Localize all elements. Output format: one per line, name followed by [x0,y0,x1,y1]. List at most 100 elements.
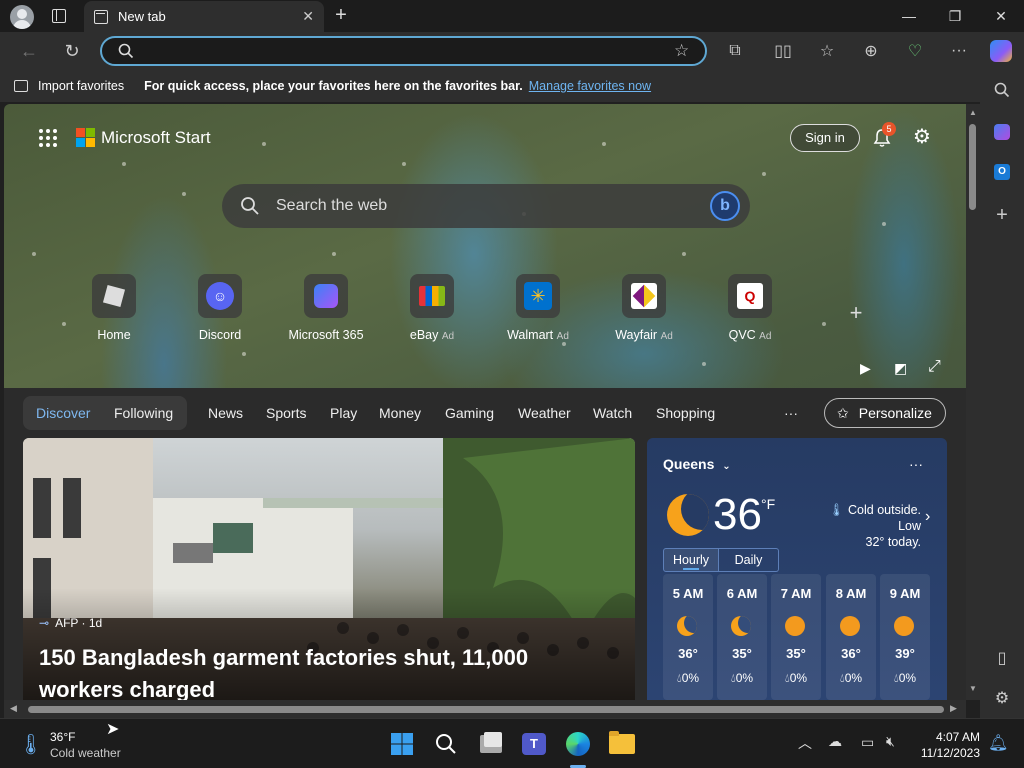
copilot-sidebar-icon[interactable] [988,118,1016,146]
moon-icon [677,616,697,636]
expand-background-icon[interactable]: ⤢ [928,358,941,376]
personalize-button[interactable]: ✩ Personalize [824,398,946,428]
clock-time: 4:07 AM [935,730,980,744]
extensions-icon[interactable]: ⧉ [720,36,750,66]
import-icon [14,80,28,92]
tab-actions-icon[interactable] [52,9,66,23]
restore-button[interactable]: ❐ [932,0,978,32]
outlook-icon[interactable]: O [988,158,1016,186]
scroll-up-arrow-icon: ▲ [969,108,977,117]
quicklink-microsoft-365[interactable]: Microsoft 365 [276,274,376,342]
horizontal-scrollbar[interactable]: ◀ ▶ [4,700,966,718]
quicklink-qvc[interactable]: Q QVC Ad [700,274,800,342]
change-background-icon[interactable]: ◩ [894,360,907,377]
add-sidebar-app-icon[interactable]: + [988,201,1016,229]
tab-weather[interactable]: Weather [518,405,571,421]
vertical-scroll-thumb[interactable] [969,124,976,210]
tab-watch[interactable]: Watch [593,405,632,421]
walmart-icon: ✳ [516,274,560,318]
more-menu-icon[interactable]: ··· [944,36,974,66]
minimize-button[interactable]: — [886,0,932,32]
sign-in-button[interactable]: Sign in [790,124,860,152]
collections-icon[interactable]: ⊕ [856,36,886,66]
web-search-box[interactable]: Search the web b [222,184,750,228]
tab-sports[interactable]: Sports [266,405,306,421]
chevron-right-icon[interactable]: › [925,508,930,526]
hourly-forecast-7am: 7 AM 35° 💧︎0% [771,574,821,700]
onedrive-offline-icon[interactable]: ☁ [828,733,842,750]
sidebar-settings-icon[interactable]: ⚙ [988,684,1016,712]
volume-muted-icon[interactable]: 🔇︎ [886,733,895,750]
favorite-star-icon[interactable]: ☆ [674,41,689,61]
news-card[interactable]: ⊸ AFP · 1d 150 Bangladesh garment factori… [23,438,635,700]
tab-page-icon [94,9,108,24]
tab-new-tab[interactable]: New tab ✕ [84,1,324,32]
quicklink-wayfair[interactable]: Wayfair Ad [594,274,694,342]
moon-icon [731,616,751,636]
clock[interactable]: 4:07 AM 11/12/2023 [906,729,980,761]
quicklink-home[interactable]: Home [64,274,164,342]
address-input[interactable] [142,42,662,62]
feed-more-button[interactable]: ··· [784,405,798,421]
hide-sidebar-icon[interactable]: ▯ [988,644,1016,672]
start-windows-icon[interactable] [388,730,416,758]
quicklink-discord[interactable]: ☺ Discord [170,274,270,342]
close-window-button[interactable]: ✕ [978,0,1024,32]
notification-center-bell-icon[interactable]: 🔔︎ [988,733,1008,753]
taskbar-weather-widget[interactable]: 🌡︎ 36°F Cold weather [18,728,138,760]
tab-shopping[interactable]: Shopping [656,405,715,421]
tab-discover[interactable]: Discover [36,405,90,421]
network-icon[interactable]: ▭ [861,734,874,751]
profile-avatar[interactable] [10,5,34,29]
sun-icon [785,616,805,636]
add-quicklink-icon[interactable]: + [844,300,868,325]
temperature-unit[interactable]: °F [761,496,775,512]
tab-gaming[interactable]: Gaming [445,405,494,421]
edge-taskbar-icon[interactable] [564,730,592,758]
windows-taskbar: 🌡︎ 36°F Cold weather ➤ T ︿ ☁ ▭ 🔇︎ 4:07 A… [0,718,1024,768]
thermometer-icon: 🌡︎ [18,734,44,756]
file-explorer-icon[interactable] [608,730,636,758]
split-screen-icon[interactable]: ▯▯ [768,36,798,66]
taskbar-weather-desc: Cold weather [50,746,121,760]
brand-title[interactable]: Microsoft Start [101,128,211,148]
news-headline[interactable]: 150 Bangladesh garment factories shut, 1… [39,642,619,700]
tab-news[interactable]: News [208,405,243,421]
weather-more-button[interactable]: ··· [909,456,923,472]
horizontal-scroll-thumb[interactable] [28,706,944,713]
show-hidden-icons-chevron-icon[interactable]: ︿ [798,733,812,753]
app-launcher-icon[interactable] [38,128,58,148]
close-tab-icon[interactable]: ✕ [302,8,314,25]
back-button[interactable]: ← [14,36,44,66]
quicklink-walmart[interactable]: ✳ Walmart Ad [488,274,588,342]
new-tab-button[interactable]: + [330,4,352,26]
manage-favorites-link[interactable]: Manage favorites now [529,79,651,93]
moon-icon [667,494,709,536]
quicklink-ebay[interactable]: eBay Ad [382,274,482,342]
task-view-icon[interactable] [477,730,505,758]
teams-icon[interactable]: T [520,730,548,758]
favorites-icon[interactable]: ☆ [812,36,842,66]
copilot-icon[interactable] [986,36,1016,66]
bing-icon[interactable]: b [710,191,740,221]
tab-money[interactable]: Money [379,405,421,421]
tab-following[interactable]: Following [114,405,173,421]
tab-daily[interactable]: Daily [719,548,779,572]
weather-location-dropdown[interactable]: Queens ⌄ [663,456,731,472]
tab-play[interactable]: Play [330,405,357,421]
title-bar: New tab ✕ + — ❐ ✕ [0,0,1024,32]
import-favorites-button[interactable]: Import favorites [38,79,124,93]
taskbar-search-icon[interactable] [432,730,460,758]
refresh-button[interactable]: ↻ [57,36,87,66]
play-background-icon[interactable]: ▶ [860,360,871,377]
sun-icon [840,616,860,636]
search-icon[interactable] [988,76,1016,104]
vertical-scrollbar[interactable]: ▲ ▼ [966,104,980,700]
mouse-cursor-icon: ➤ [106,721,120,738]
address-bar[interactable]: ☆ [100,36,707,66]
notifications-bell-icon[interactable]: 5 [870,122,896,150]
hourly-forecast-9am: 9 AM 39° 💧︎0% [880,574,930,700]
weather-card[interactable]: Queens ⌄ ··· 36 °F 🌡︎ Cold outside. Low … [647,438,947,700]
page-settings-gear-icon[interactable]: ⚙ [910,124,934,148]
browser-essentials-icon[interactable]: ♡ [900,36,930,66]
